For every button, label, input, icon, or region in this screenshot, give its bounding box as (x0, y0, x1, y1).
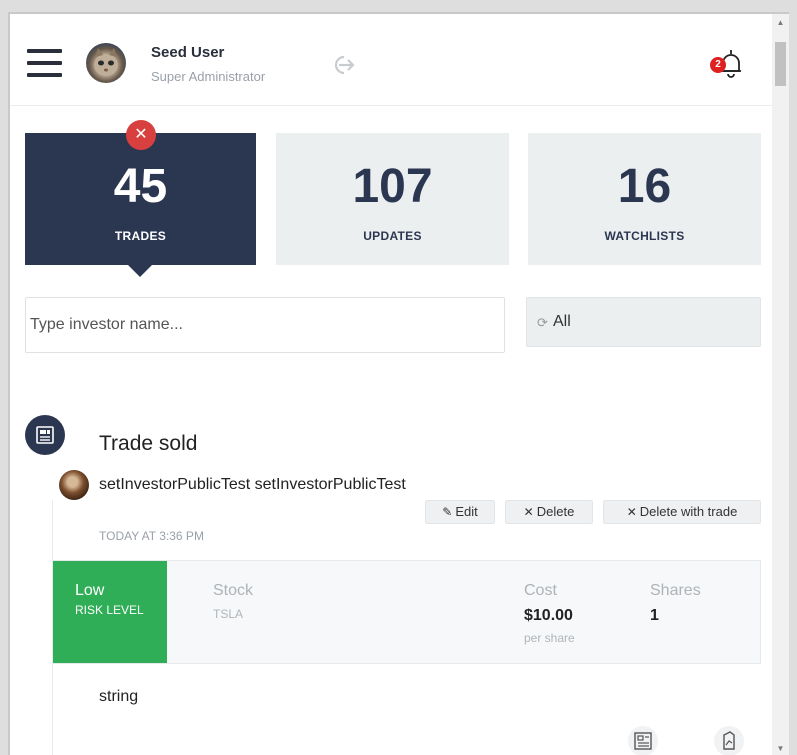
app-frame: Seed User Super Administrator 2 ✕ 45 TRA… (8, 12, 789, 755)
scroll-up-icon[interactable]: ▲ (772, 14, 789, 31)
investor-search-input[interactable] (25, 297, 505, 353)
shares-value: 1 (650, 607, 659, 624)
investor-name[interactable]: setInvestorPublicTest setInvestorPublicT… (99, 476, 406, 494)
edit-button-label: Edit (455, 504, 478, 519)
vertical-scrollbar[interactable]: ▲ ▼ (772, 14, 789, 755)
cost-value: $10.00 (524, 607, 573, 624)
stat-card-watchlists[interactable]: 16 WATCHLISTS (528, 133, 761, 265)
active-card-pointer (128, 265, 152, 277)
trade-type-icon (25, 415, 65, 455)
trade-timestamp: TODAY AT 3:36 PM (99, 529, 204, 543)
close-icon: ✕ (523, 505, 534, 519)
trade-note: string (99, 688, 139, 705)
register-icon (36, 426, 54, 444)
news-icon[interactable] (628, 726, 658, 755)
close-icon: ✕ (626, 505, 637, 519)
stat-label: UPDATES (363, 229, 422, 243)
notifications-button[interactable]: 2 (710, 47, 744, 81)
shares-label: Shares (650, 582, 701, 599)
stock-label: Stock (213, 582, 254, 599)
filter-select-value: All (553, 313, 571, 330)
scroll-thumb[interactable] (775, 42, 786, 86)
stock-ticker: TSLA (213, 607, 244, 621)
cost-unit: per share (524, 631, 575, 645)
edit-icon: ✎ (442, 505, 453, 519)
cat-avatar-icon (94, 48, 118, 76)
delete-button[interactable]: ✕ Delete (505, 500, 593, 524)
filter-icon: ⟳ (537, 315, 548, 330)
risk-level-label: RISK LEVEL (75, 603, 144, 617)
risk-level: Low (75, 582, 105, 599)
bookmark-chart-icon[interactable] (714, 726, 744, 755)
delete-button-label: Delete (536, 504, 575, 519)
stat-label: WATCHLISTS (604, 229, 685, 243)
edit-button[interactable]: ✎ Edit (425, 500, 495, 524)
filter-select[interactable]: ⟳ All (526, 297, 761, 347)
notification-count-badge: 2 (710, 57, 726, 73)
close-icon[interactable]: ✕ (126, 120, 156, 150)
investor-avatar[interactable] (59, 470, 89, 500)
stat-label: TRADES (114, 229, 167, 243)
hamburger-menu-icon[interactable] (27, 49, 62, 77)
stat-value: 45 (113, 160, 168, 213)
user-name: Seed User (151, 44, 225, 61)
trade-title: Trade sold (99, 432, 198, 455)
stat-value: 107 (352, 160, 433, 213)
delete-with-trade-label: Delete with trade (639, 504, 738, 519)
user-role: Super Administrator (151, 69, 266, 84)
stat-card-updates[interactable]: 107 UPDATES (276, 133, 509, 265)
avatar[interactable] (86, 43, 126, 83)
trade-details: Low RISK LEVEL Stock TSLA Cost $10.00 pe… (52, 560, 761, 664)
risk-badge: Low RISK LEVEL (53, 561, 167, 663)
delete-with-trade-button[interactable]: ✕ Delete with trade (603, 500, 761, 524)
main-content: Seed User Super Administrator 2 ✕ 45 TRA… (10, 14, 774, 755)
cost-label: Cost (524, 582, 557, 599)
stat-value: 16 (617, 160, 672, 213)
stat-card-trades[interactable]: 45 TRADES (25, 133, 256, 265)
top-header: Seed User Super Administrator 2 (10, 14, 774, 106)
logout-icon[interactable] (330, 54, 356, 76)
scroll-down-icon[interactable]: ▼ (772, 740, 789, 755)
